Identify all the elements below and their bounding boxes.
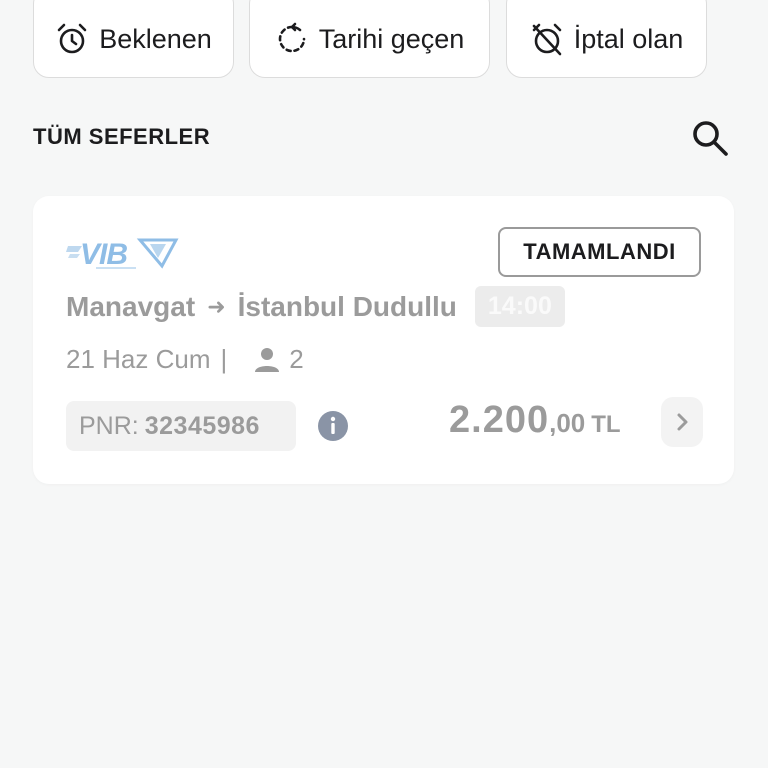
refresh-clock-icon [278, 22, 306, 53]
status-badge: TAMAMLANDI [498, 227, 701, 277]
departure-time-badge: 14:00 [474, 286, 565, 327]
pnr-label: PNR: [79, 411, 139, 440]
price-amount: 2.200 [449, 399, 550, 441]
trip-details: 21 Haz Cum | 2 [66, 344, 304, 375]
person-icon [255, 347, 280, 372]
origin-city: Manavgat [66, 290, 196, 322]
alarm-off-icon [532, 23, 562, 56]
price-decimals: ,00 [549, 408, 586, 438]
pnr-box: PNR: 32345986 [66, 401, 296, 451]
route: Manavgat ➜ İstanbul Dudullu 14:00 [66, 286, 565, 327]
filter-button-tarihi-gecen[interactable]: Tarihi geçen [249, 0, 490, 78]
trip-detail-button[interactable] [661, 397, 703, 447]
arrow-right-icon: ➜ [207, 293, 226, 319]
filter-label: Tarihi geçen [318, 23, 465, 54]
chevron-right-icon [677, 413, 688, 431]
price: 2.200,00 TL [449, 399, 621, 442]
search-icon[interactable] [688, 116, 732, 160]
company-logo: VIB [66, 238, 179, 271]
passenger-count: 2 [289, 344, 304, 374]
filter-label: Beklenen [99, 23, 212, 54]
trip-date: 21 Haz Cum [66, 344, 211, 374]
alarm-clock-icon [57, 23, 87, 54]
svg-text:VIB: VIB [80, 238, 127, 271]
info-icon[interactable] [317, 410, 349, 442]
section-title: TÜM SEFERLER [33, 124, 211, 149]
separator: | [220, 344, 228, 374]
trip-card[interactable]: VIB TAMAMLANDI Manavgat ➜ İstanbul Dudul… [33, 196, 734, 484]
filter-button-beklenen[interactable]: Beklenen [33, 0, 234, 78]
filter-button-iptal-olan[interactable]: İptal olan [506, 0, 707, 78]
pnr-value: 32345986 [144, 411, 260, 440]
destination-city: İstanbul Dudullu [237, 290, 457, 322]
price-currency: TL [591, 411, 621, 438]
filter-label: İptal olan [573, 23, 684, 54]
